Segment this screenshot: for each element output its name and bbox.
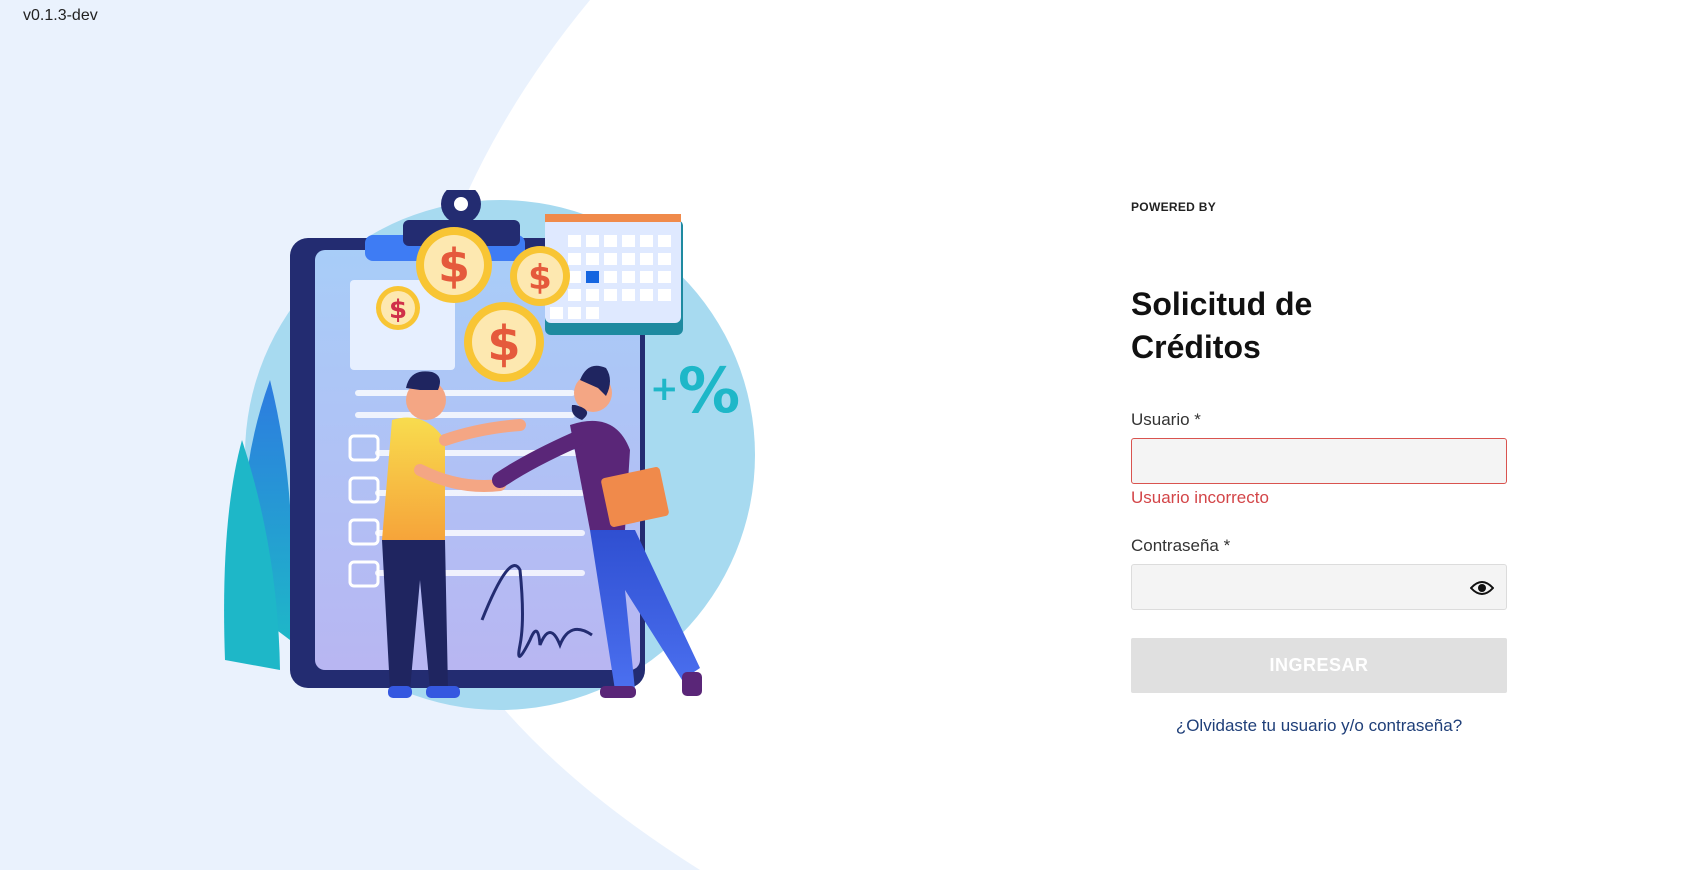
password-label: Contraseña * (1131, 536, 1231, 555)
svg-text:$: $ (487, 316, 520, 372)
app-version: v0.1.3-dev (23, 7, 98, 24)
page-title-line-2: Créditos (1131, 329, 1261, 365)
login-panel: POWERED BY Solicitud de Créditos Usuario… (1131, 0, 1511, 870)
forgot-credentials-link[interactable]: ¿Olvidaste tu usuario y/o contraseña? (1131, 716, 1507, 736)
login-button[interactable]: INGRESAR (1131, 638, 1507, 693)
svg-text:$: $ (389, 295, 407, 325)
username-input[interactable] (1131, 438, 1507, 484)
svg-text:$: $ (438, 239, 470, 293)
svg-text:+: + (650, 369, 679, 409)
username-error-message: Usuario incorrecto (1131, 488, 1269, 507)
password-input[interactable] (1131, 564, 1507, 610)
powered-by-label: POWERED BY (1131, 200, 1217, 214)
page-title: Solicitud de Créditos (1131, 283, 1511, 369)
loan-illustration: $ $ $ $ + % (224, 190, 755, 710)
eye-icon[interactable] (1467, 577, 1497, 599)
svg-text:$: $ (528, 258, 552, 298)
svg-text:%: % (678, 354, 740, 427)
page-title-line-1: Solicitud de (1131, 286, 1313, 322)
username-label: Usuario * (1131, 410, 1201, 429)
